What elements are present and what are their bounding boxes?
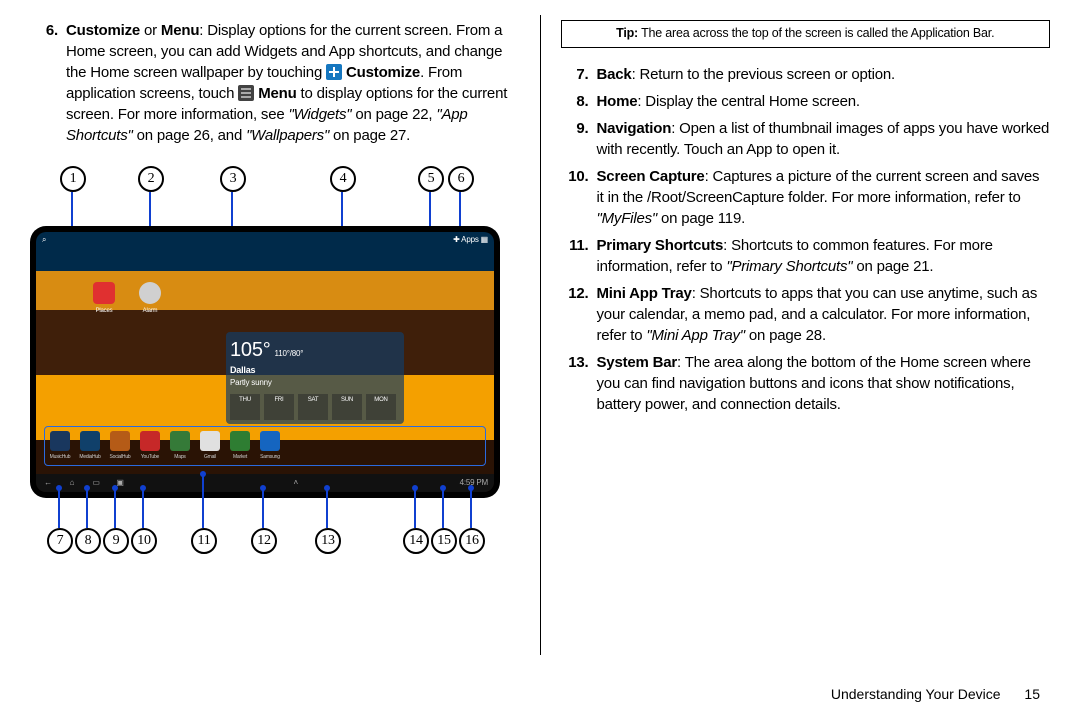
callout: 11 bbox=[191, 528, 217, 554]
callout: 1 bbox=[60, 166, 86, 192]
customize-icon bbox=[326, 64, 342, 80]
search-icon: ⌕ bbox=[42, 234, 46, 245]
callout: 3 bbox=[220, 166, 246, 192]
callouts-top: 1 2 3 4 5 6 bbox=[30, 166, 500, 196]
tray-up-icon: ˄ bbox=[284, 477, 308, 488]
tablet-screen: ⌕ ✚ Apps ▦ Places Alarm 105° 110°/80° Da… bbox=[36, 232, 494, 492]
menu-icon bbox=[238, 85, 254, 101]
home-nav-icon: ⌂ bbox=[60, 477, 84, 488]
item-12: 12. Mini App Tray: Shortcuts to apps tha… bbox=[561, 283, 1051, 346]
list-number: 6. bbox=[30, 20, 66, 146]
callout: 10 bbox=[131, 528, 157, 554]
apps-label: ✚ Apps ▦ bbox=[453, 234, 488, 245]
item-6: 6. Customize or Menu: Display options fo… bbox=[30, 20, 520, 146]
item-10: 10. Screen Capture: Captures a picture o… bbox=[561, 166, 1051, 229]
item-9: 9. Navigation: Open a list of thumbnail … bbox=[561, 118, 1051, 160]
item-11: 11. Primary Shortcuts: Shortcuts to comm… bbox=[561, 235, 1051, 277]
home-screen-figure: 1 2 3 4 5 6 ⌕ ✚ Apps ▦ bbox=[30, 166, 500, 558]
callout: 13 bbox=[315, 528, 341, 554]
callout: 9 bbox=[103, 528, 129, 554]
callout: 6 bbox=[448, 166, 474, 192]
page-number: 15 bbox=[1024, 686, 1040, 702]
chapter-title: Understanding Your Device bbox=[831, 686, 1001, 702]
callout: 14 bbox=[403, 528, 429, 554]
callout: 16 bbox=[459, 528, 485, 554]
callout: 2 bbox=[138, 166, 164, 192]
callout: 8 bbox=[75, 528, 101, 554]
page-footer: Understanding Your Device 15 bbox=[831, 686, 1040, 702]
callout: 5 bbox=[418, 166, 444, 192]
callout: 15 bbox=[431, 528, 457, 554]
tablet-frame: ⌕ ✚ Apps ▦ Places Alarm 105° 110°/80° Da… bbox=[30, 226, 500, 498]
home-icon: Alarm bbox=[137, 282, 163, 316]
item-7: 7. Back: Return to the previous screen o… bbox=[561, 64, 1051, 85]
weather-widget: 105° 110°/80° Dallas Partly sunny THU FR… bbox=[226, 332, 404, 424]
callouts-bottom: 7 8 9 10 11 12 13 14 15 16 bbox=[30, 528, 500, 558]
primary-shortcuts-dock: MusicHub MediaHub SocialHub YouTube Maps… bbox=[44, 426, 486, 466]
application-bar: ⌕ ✚ Apps ▦ bbox=[36, 232, 494, 248]
home-icon: Places bbox=[91, 282, 117, 316]
callout: 12 bbox=[251, 528, 277, 554]
clock: 4:59 PM bbox=[460, 477, 494, 488]
callout: 7 bbox=[47, 528, 73, 554]
tip-box: Tip: The area across the top of the scre… bbox=[561, 20, 1051, 48]
item-8: 8. Home: Display the central Home screen… bbox=[561, 91, 1051, 112]
callout: 4 bbox=[330, 166, 356, 192]
item-13: 13. System Bar: The area along the botto… bbox=[561, 352, 1051, 415]
